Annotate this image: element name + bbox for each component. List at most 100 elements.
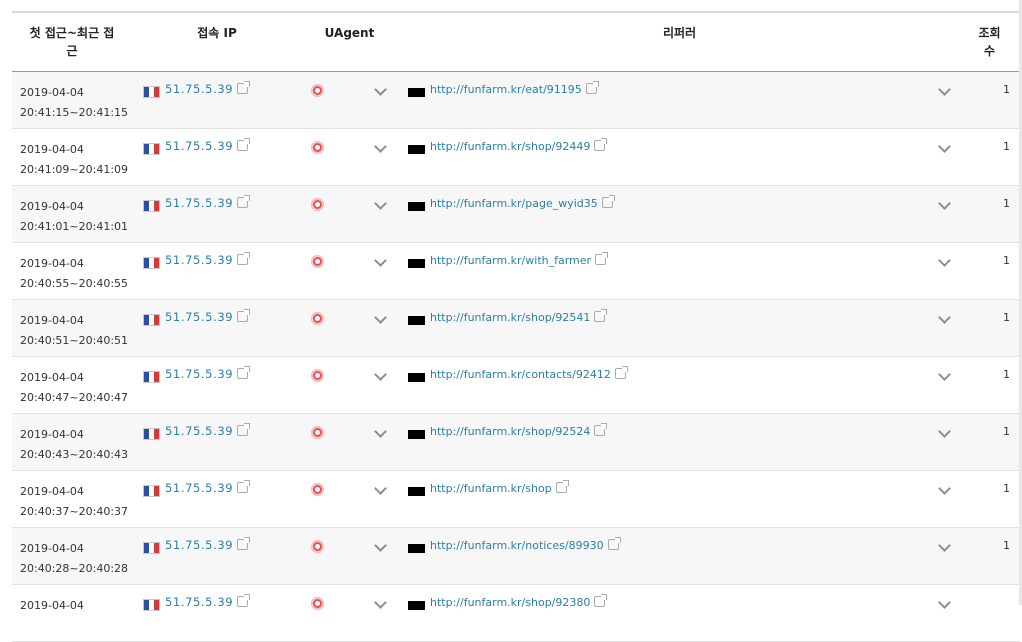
chevron-down-icon[interactable] (938, 140, 951, 153)
chevron-down-icon[interactable] (374, 197, 387, 210)
chevron-down-icon[interactable] (938, 539, 951, 552)
table-row: 2019-04-04 20:40:37~20:40:37 51.75.5.39 htt… (12, 471, 1020, 528)
chevron-down-icon[interactable] (938, 482, 951, 495)
external-link-icon[interactable] (237, 366, 251, 379)
external-link-icon[interactable] (585, 81, 599, 94)
flag-stripe-red (154, 87, 159, 97)
external-link-icon[interactable] (237, 309, 251, 322)
ip-text: 51.75.5.39 (165, 196, 234, 210)
france-flag-icon (143, 485, 160, 497)
visitor-log-table: 첫 접근~최근 접 근 접속 IP UAgent 리퍼러 조회 수 2019-0… (12, 11, 1020, 642)
referrer-link[interactable]: http://funfarm.kr/shop/92380 (430, 594, 608, 609)
chevron-down-icon[interactable] (374, 254, 387, 267)
chevron-down-icon[interactable] (374, 539, 387, 552)
header-count-line2: 수 (983, 44, 996, 58)
external-link-icon[interactable] (237, 138, 251, 151)
referrer-link[interactable]: http://funfarm.kr/eat/91195 (430, 81, 599, 96)
external-link-icon[interactable] (614, 366, 628, 379)
ip-link[interactable]: 51.75.5.39 (165, 138, 251, 153)
visit-date-time: 20:40:28~20:40:28 (20, 562, 129, 575)
referrer-favicon (408, 202, 425, 211)
chevron-down-icon[interactable] (938, 83, 951, 96)
external-link-icon[interactable] (237, 195, 251, 208)
referrer-link[interactable]: http://funfarm.kr/shop (430, 480, 569, 495)
external-link-icon[interactable] (237, 537, 251, 550)
referrer-link[interactable]: http://funfarm.kr/shop/92524 (430, 423, 608, 438)
table-row: 2019-04-04 20:41:01~20:41:01 51.75.5.39 htt… (12, 186, 1020, 243)
visit-count: 1 (1003, 482, 1010, 495)
referrer-favicon (408, 259, 425, 268)
visit-date-day: 2019-04-04 (20, 200, 84, 213)
chevron-down-icon[interactable] (938, 596, 951, 609)
table-header: 첫 접근~최근 접 근 접속 IP UAgent 리퍼러 조회 수 (12, 11, 1020, 72)
external-link-icon[interactable] (237, 81, 251, 94)
table-row: 2019-04-04 20:40:47~20:40:47 51.75.5.39 htt… (12, 357, 1020, 414)
external-link-icon[interactable] (237, 252, 251, 265)
chevron-down-icon[interactable] (374, 596, 387, 609)
ip-link[interactable]: 51.75.5.39 (165, 480, 251, 495)
referrer-favicon (408, 544, 425, 553)
table-row: 2019-04-04 20:40:55~20:40:55 51.75.5.39 htt… (12, 243, 1020, 300)
visit-date-day: 2019-04-04 (20, 428, 84, 441)
ip-link[interactable]: 51.75.5.39 (165, 594, 251, 609)
visit-date-time: 20:40:43~20:40:43 (20, 448, 129, 461)
external-link-icon[interactable] (594, 423, 608, 436)
chevron-down-icon[interactable] (374, 482, 387, 495)
referrer-link[interactable]: http://funfarm.kr/with_farmer (430, 252, 609, 267)
chevron-down-icon[interactable] (374, 425, 387, 438)
visit-date: 2019-04-04 20:40:55~20:40:55 (20, 254, 128, 294)
chevron-down-icon[interactable] (374, 368, 387, 381)
ip-link[interactable]: 51.75.5.39 (165, 366, 251, 381)
ip-link[interactable]: 51.75.5.39 (165, 537, 251, 552)
referrer-link[interactable]: http://funfarm.kr/shop/92449 (430, 138, 608, 153)
flag-stripe-red (154, 201, 159, 211)
referrer-url: http://funfarm.kr/shop/92449 (430, 140, 591, 153)
external-link-icon[interactable] (594, 594, 608, 607)
chevron-down-icon[interactable] (374, 140, 387, 153)
external-link-icon[interactable] (594, 138, 608, 151)
ip-link[interactable]: 51.75.5.39 (165, 81, 251, 96)
table-row: 2019-04-04 51.75.5.39 http://funfarm.kr/sh… (12, 585, 1020, 642)
external-link-icon[interactable] (237, 480, 251, 493)
external-link-icon[interactable] (594, 309, 608, 322)
chevron-down-icon[interactable] (938, 311, 951, 324)
chevron-down-icon[interactable] (938, 425, 951, 438)
chevron-down-icon[interactable] (374, 311, 387, 324)
chevron-down-icon[interactable] (938, 197, 951, 210)
external-link-icon[interactable] (607, 537, 621, 550)
referrer-url: http://funfarm.kr/shop (430, 482, 552, 495)
table-row: 2019-04-04 20:41:15~20:41:15 51.75.5.39 htt… (12, 72, 1020, 129)
ip-link[interactable]: 51.75.5.39 (165, 423, 251, 438)
external-link-icon[interactable] (555, 480, 569, 493)
chevron-down-icon[interactable] (938, 368, 951, 381)
visit-date: 2019-04-04 20:40:51~20:40:51 (20, 311, 128, 351)
referrer-link[interactable]: http://funfarm.kr/shop/92541 (430, 309, 608, 324)
external-link-icon[interactable] (595, 252, 609, 265)
visit-date: 2019-04-04 20:41:15~20:41:15 (20, 83, 128, 123)
external-link-icon[interactable] (237, 423, 251, 436)
chevron-down-icon[interactable] (938, 254, 951, 267)
external-link-icon[interactable] (601, 195, 615, 208)
ip-link[interactable]: 51.75.5.39 (165, 309, 251, 324)
opera-icon (311, 84, 324, 97)
visit-count: 1 (1003, 254, 1010, 267)
referrer-favicon (408, 430, 425, 439)
visit-date: 2019-04-04 20:40:28~20:40:28 (20, 539, 128, 579)
ip-link[interactable]: 51.75.5.39 (165, 195, 251, 210)
ip-text: 51.75.5.39 (165, 481, 234, 495)
referrer-link[interactable]: http://funfarm.kr/notices/89930 (430, 537, 621, 552)
visit-date-time: 20:40:51~20:40:51 (20, 334, 129, 347)
opera-icon (311, 312, 324, 325)
visit-date-day: 2019-04-04 (20, 86, 84, 99)
referrer-link[interactable]: http://funfarm.kr/page_wyid35 (430, 195, 615, 210)
referrer-favicon (408, 373, 425, 382)
opera-icon (311, 255, 324, 268)
chevron-down-icon[interactable] (374, 83, 387, 96)
referrer-link[interactable]: http://funfarm.kr/contacts/92412 (430, 366, 628, 381)
france-flag-icon (143, 86, 160, 98)
referrer-favicon (408, 316, 425, 325)
ip-link[interactable]: 51.75.5.39 (165, 252, 251, 267)
external-link-icon[interactable] (237, 594, 251, 607)
flag-stripe-red (154, 372, 159, 382)
referrer-url: http://funfarm.kr/contacts/92412 (430, 368, 611, 381)
